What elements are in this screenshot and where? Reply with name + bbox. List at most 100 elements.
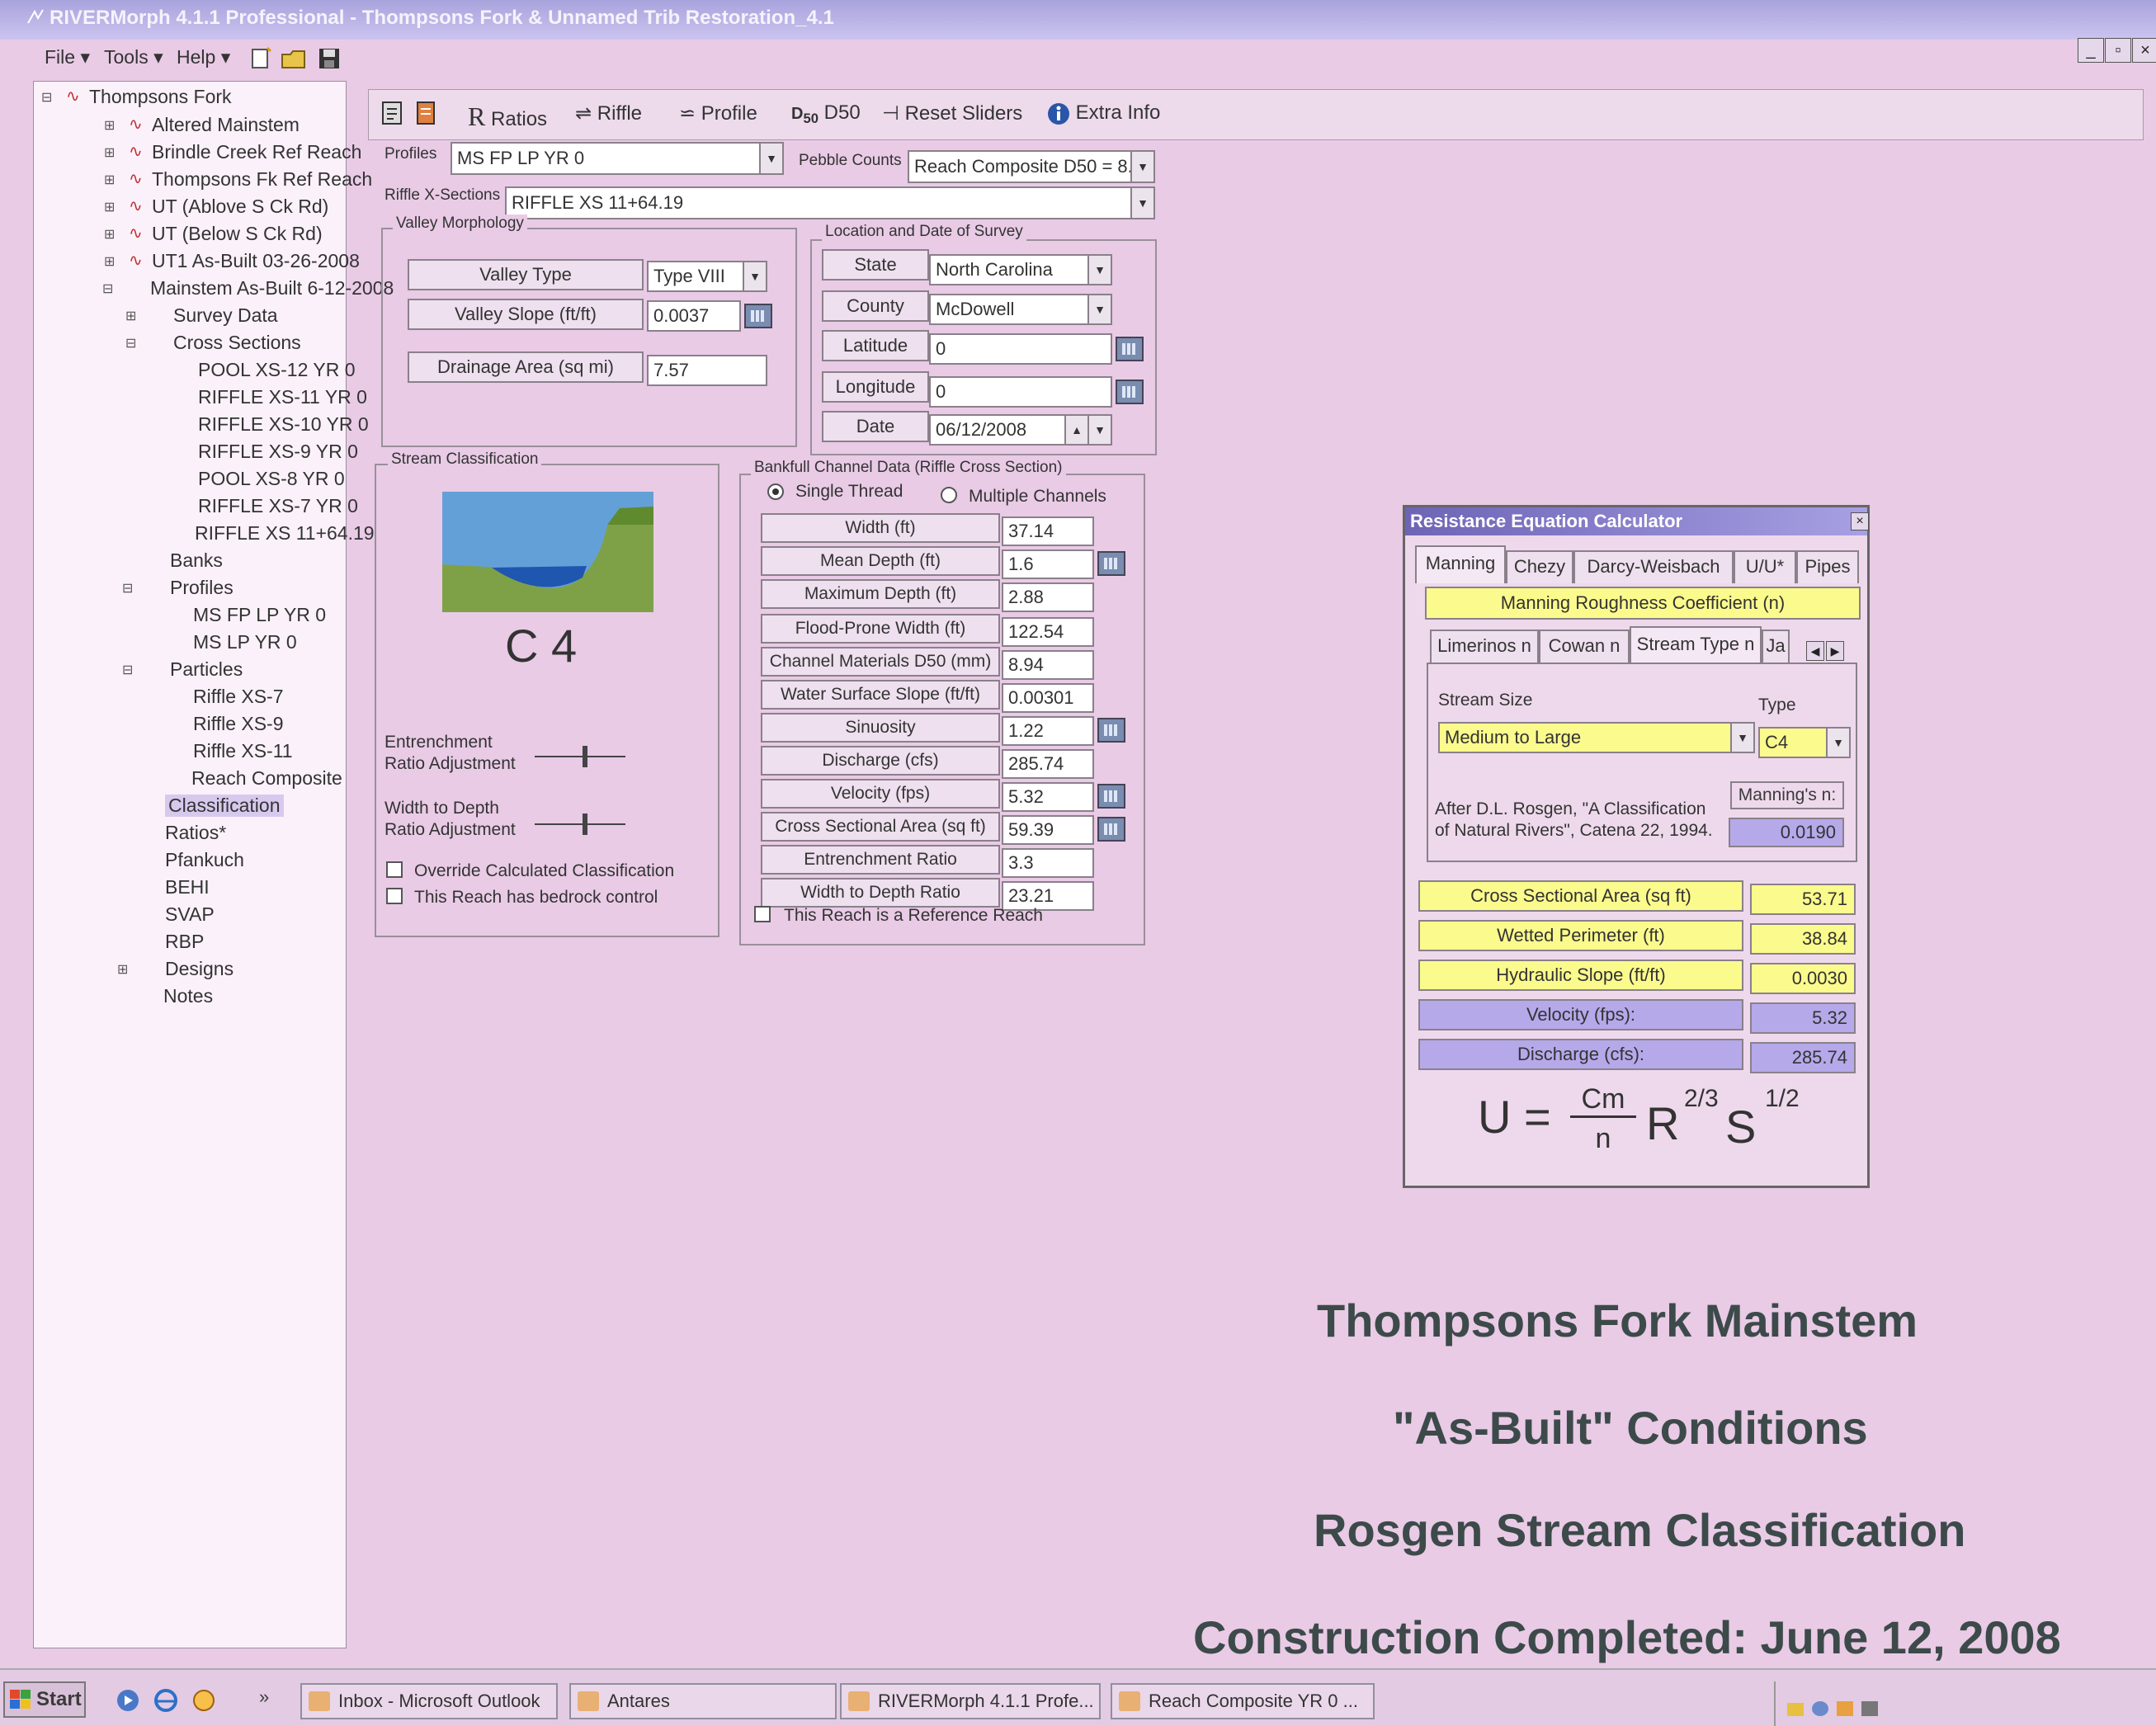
report-icon[interactable] <box>415 100 436 126</box>
start-button[interactable]: Start <box>3 1681 86 1718</box>
tab-chezy[interactable]: Chezy <box>1506 550 1573 583</box>
width-depth-slider-handle[interactable] <box>583 813 587 835</box>
tree-item[interactable]: UT1 As-Built 03-26-2008 <box>152 250 360 272</box>
tree-item[interactable]: POOL XS-12 YR 0 <box>198 359 355 381</box>
antivirus-icon[interactable] <box>1837 1701 1853 1716</box>
multiple-channels-radio[interactable] <box>941 487 957 503</box>
chevron-down-icon[interactable]: ▼ <box>1730 724 1753 752</box>
calculator-row-value[interactable]: 38.84 <box>1750 923 1856 955</box>
task-outlook[interactable]: Inbox - Microsoft Outlook <box>300 1683 558 1719</box>
subtab-cowan[interactable]: Cowan n <box>1539 630 1630 663</box>
chevron-down-icon[interactable]: ▼ <box>1826 729 1849 757</box>
single-thread-radio[interactable] <box>767 483 784 500</box>
expand-toggle-icon[interactable]: ⊞ <box>104 144 115 161</box>
expand-toggle-icon[interactable]: ⊞ <box>104 172 115 188</box>
bankfull-value-field[interactable]: 122.54 <box>1002 617 1094 647</box>
type-select[interactable]: C4 ▼ <box>1758 727 1851 758</box>
d50-button[interactable]: D50 D50 <box>791 101 861 127</box>
expand-toggle-icon[interactable]: ⊟ <box>122 662 133 678</box>
internet-explorer-icon[interactable] <box>153 1688 178 1713</box>
calculator-row-value[interactable]: 0.0030 <box>1750 963 1856 994</box>
expand-toggle-icon[interactable]: ⊞ <box>117 961 128 978</box>
bankfull-value-field[interactable]: 2.88 <box>1002 582 1094 612</box>
menu-help[interactable]: Help ▾ <box>177 46 230 68</box>
tree-item[interactable]: Cross Sections <box>173 332 301 354</box>
subtab-stream-type[interactable]: Stream Type n <box>1630 626 1762 663</box>
menu-tools[interactable]: Tools ▾ <box>104 46 163 68</box>
tree-item[interactable]: RBP <box>165 931 204 953</box>
chevron-down-icon[interactable]: ▼ <box>1130 152 1153 182</box>
expand-toggle-icon[interactable]: ⊞ <box>104 226 115 243</box>
tree-item[interactable]: RIFFLE XS-7 YR 0 <box>198 495 358 517</box>
tree-item[interactable]: Riffle XS-11 <box>193 740 293 762</box>
calculator-icon[interactable] <box>1097 551 1125 576</box>
tree-item[interactable]: MS FP LP YR 0 <box>193 604 326 626</box>
bankfull-value-field[interactable]: 59.39 <box>1002 815 1094 845</box>
bankfull-value-field[interactable]: 8.94 <box>1002 650 1094 680</box>
expand-toggle-icon[interactable]: ⊞ <box>104 253 115 270</box>
new-file-icon[interactable] <box>248 46 272 71</box>
mail-icon[interactable] <box>1787 1703 1804 1716</box>
width-depth-slider[interactable] <box>535 813 625 835</box>
task-antares[interactable]: Antares <box>569 1683 837 1719</box>
bankfull-value-field[interactable]: 1.22 <box>1002 716 1094 746</box>
clock-icon[interactable] <box>191 1688 216 1713</box>
riffle-button[interactable]: ⇌ Riffle <box>575 101 642 125</box>
tree-item[interactable]: Mainstem As-Built 6-12-2008 <box>150 277 394 299</box>
chevron-right-icon[interactable]: ▶ <box>1826 641 1844 661</box>
subtab-ja[interactable]: Ja <box>1762 630 1790 663</box>
maximize-button[interactable]: ▫ <box>2105 38 2131 63</box>
clipboard-icon[interactable] <box>380 100 403 126</box>
tree-item[interactable]: UT (Ablove S Ck Rd) <box>152 196 328 218</box>
spinner-icon[interactable]: ▲ <box>1064 416 1087 444</box>
chevron-down-icon[interactable]: ▼ <box>743 262 766 290</box>
tree-item[interactable]: BEHI <box>165 876 210 898</box>
tree-item[interactable]: Notes <box>163 985 213 1007</box>
network-icon[interactable] <box>1812 1701 1828 1716</box>
volume-icon[interactable] <box>1861 1701 1878 1716</box>
reset-sliders-button[interactable]: ⊣ Reset Sliders <box>882 101 1022 125</box>
chevron-left-icon[interactable]: ◀ <box>1806 641 1824 661</box>
tab-manning[interactable]: Manning <box>1415 545 1506 583</box>
tree-root[interactable]: Thompsons Fork <box>89 86 232 108</box>
reference-reach-checkbox[interactable] <box>754 906 771 922</box>
pebble-counts-select[interactable]: Reach Composite D50 = 8.! ▼ <box>908 150 1155 183</box>
extra-info-button[interactable]: Extra Info <box>1047 101 1160 125</box>
calculator-icon[interactable] <box>1097 718 1125 743</box>
tree-item[interactable]: Altered Mainstem <box>152 114 300 136</box>
bankfull-value-field[interactable]: 5.32 <box>1002 782 1094 812</box>
valley-slope-field[interactable]: 0.0037 <box>647 300 741 332</box>
entrenchment-slider-handle[interactable] <box>583 746 587 767</box>
tree-item[interactable]: Ratios* <box>165 822 226 844</box>
tree-item[interactable]: Reach Composite <box>191 767 342 790</box>
date-field[interactable]: 06/12/2008 ▼ ▲ <box>929 414 1112 446</box>
tree-item[interactable]: Thompsons Fk Ref Reach <box>152 168 372 191</box>
bankfull-value-field[interactable]: 0.00301 <box>1002 683 1094 713</box>
tree-item[interactable]: Pfankuch <box>165 849 244 871</box>
entrenchment-slider[interactable] <box>535 746 625 767</box>
chevron-down-icon[interactable]: ▼ <box>1130 188 1153 218</box>
tree-item[interactable]: RIFFLE XS-10 YR 0 <box>198 413 369 436</box>
calculator-icon[interactable] <box>744 304 772 328</box>
task-rivermorph[interactable]: RIVERMorph 4.1.1 Profe... <box>840 1683 1101 1719</box>
calculator-icon[interactable] <box>1116 337 1144 361</box>
bankfull-value-field[interactable]: 3.3 <box>1002 848 1094 878</box>
tree-item[interactable]: RIFFLE XS 11+64.19 <box>195 522 375 545</box>
tree-item[interactable]: Particles <box>170 658 243 681</box>
calculator-icon[interactable] <box>1097 784 1125 809</box>
expand-toggle-icon[interactable]: ⊟ <box>125 335 136 351</box>
media-player-icon[interactable] <box>116 1688 140 1713</box>
tree-item[interactable]: Profiles <box>170 577 234 599</box>
calculator-icon[interactable] <box>1097 817 1125 842</box>
menu-file[interactable]: File ▾ <box>45 46 90 68</box>
minimize-button[interactable]: _ <box>2078 38 2104 63</box>
riffle-xsections-select[interactable]: RIFFLE XS 11+64.19 ▼ <box>505 186 1155 219</box>
chevron-down-icon[interactable]: ▼ <box>1087 295 1111 323</box>
override-checkbox[interactable] <box>386 861 403 878</box>
task-reach-composite[interactable]: Reach Composite YR 0 ... <box>1111 1683 1375 1719</box>
bedrock-checkbox[interactable] <box>386 888 403 904</box>
tree-item[interactable]: RIFFLE XS-9 YR 0 <box>198 441 358 463</box>
calculator-icon[interactable] <box>1116 380 1144 404</box>
tree-item[interactable]: Banks <box>170 549 223 572</box>
county-select[interactable]: McDowell ▼ <box>929 294 1112 325</box>
